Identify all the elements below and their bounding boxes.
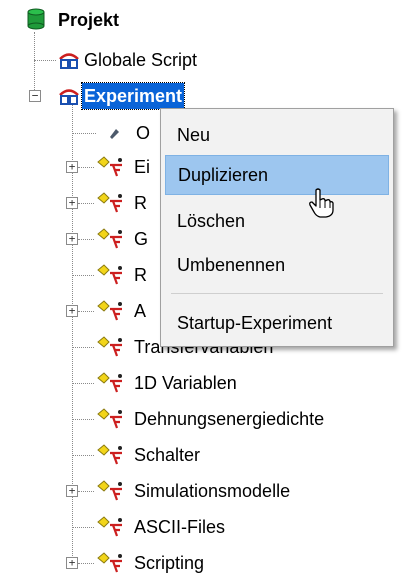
- menu-item-label: Löschen: [177, 210, 246, 231]
- tree-line: [34, 60, 56, 61]
- tree-line: [72, 455, 94, 456]
- tree-node-projekt[interactable]: Projekt: [20, 6, 121, 34]
- tree-line: [78, 203, 94, 204]
- menu-item-label: Duplizieren: [178, 164, 269, 185]
- tree-label-experiment: Experiment: [80, 82, 186, 110]
- expand-toggle[interactable]: +: [66, 197, 78, 209]
- variable-icon: [97, 336, 122, 357]
- variable-icon: [97, 480, 122, 501]
- variable-icon: [97, 228, 122, 249]
- tree-label-child: G: [134, 229, 149, 249]
- menu-item-loeschen[interactable]: Löschen: [165, 201, 389, 241]
- expand-toggle[interactable]: +: [66, 305, 78, 317]
- tree-label-item: ASCII-Files: [134, 517, 226, 537]
- pin-icon: [110, 129, 119, 139]
- tree-line: [72, 383, 94, 384]
- menu-item-label: Umbenennen: [177, 254, 286, 275]
- variable-icon: [97, 372, 122, 393]
- tree-label-child: O: [136, 123, 151, 143]
- tree-label-item: Simulationsmodelle: [134, 481, 291, 501]
- tree-line: [72, 275, 94, 276]
- tree-line: [72, 527, 94, 528]
- tree-label-child: R: [134, 193, 147, 213]
- menu-item-label: Neu: [177, 124, 211, 145]
- tree-label-projekt: Projekt: [58, 10, 120, 30]
- tree-line: [78, 491, 94, 492]
- variable-icon: [97, 516, 122, 537]
- tree-label-item: Schalter: [134, 445, 201, 465]
- tree-line: [72, 347, 94, 348]
- tree-node-child[interactable]: A: [96, 297, 148, 325]
- menu-item-neu[interactable]: Neu: [165, 115, 389, 155]
- tree-line: [72, 419, 94, 420]
- tree-line: [78, 239, 94, 240]
- tree-node-child[interactable]: Ei: [96, 153, 152, 181]
- tree-label-globale-script: Globale Script: [84, 50, 198, 70]
- variable-icon: [97, 552, 122, 573]
- tree-label-item: 1D Variablen: [134, 373, 237, 393]
- menu-separator: [171, 293, 383, 294]
- tree-node-dehnungsenergiedichte[interactable]: Dehnungsenergiedichte: [96, 405, 326, 433]
- tree-node-child[interactable]: R: [96, 261, 149, 289]
- expand-toggle[interactable]: +: [66, 161, 78, 173]
- menu-item-umbenennen[interactable]: Umbenennen: [165, 245, 389, 285]
- tree-line: [78, 311, 94, 312]
- menu-item-startup-experiment[interactable]: Startup-Experiment: [165, 303, 389, 343]
- variable-icon: [97, 264, 122, 285]
- tree-node-child[interactable]: R: [96, 189, 149, 217]
- tree-node-schalter[interactable]: Schalter: [96, 441, 202, 469]
- context-menu: Neu Duplizieren Löschen Umbenennen Start…: [160, 108, 394, 347]
- tree-node-scripting[interactable]: Scripting: [96, 549, 206, 577]
- database-icon: [27, 8, 45, 30]
- tree-node-experiment[interactable]: Experiment: [58, 82, 186, 110]
- variable-icon: [97, 444, 122, 465]
- experiment-icon: [59, 53, 79, 69]
- tree-label-item: Scripting: [134, 553, 205, 573]
- tree-line: [78, 167, 94, 168]
- variable-icon: [97, 300, 122, 321]
- tree-node-child[interactable]: O: [96, 119, 152, 147]
- tree-label-child: R: [134, 265, 147, 285]
- menu-item-duplizieren[interactable]: Duplizieren: [165, 155, 389, 195]
- menu-item-label: Startup-Experiment: [177, 312, 333, 333]
- expand-toggle[interactable]: +: [66, 557, 78, 569]
- tree-node-1d-variablen[interactable]: 1D Variablen: [96, 369, 239, 397]
- tree-label-item: Dehnungsenergiedichte: [134, 409, 325, 429]
- tree-node-globale-script[interactable]: Globale Script: [58, 46, 199, 74]
- variable-icon: [97, 192, 122, 213]
- expand-toggle[interactable]: +: [66, 233, 78, 245]
- hand-cursor-icon: [309, 188, 334, 218]
- tree-node-child[interactable]: G: [96, 225, 150, 253]
- variable-icon: [97, 408, 122, 429]
- tree-line: [78, 563, 94, 564]
- tree-label-child: A: [134, 301, 147, 321]
- expand-toggle[interactable]: +: [66, 485, 78, 497]
- tree-label-child: Ei: [134, 157, 151, 177]
- variable-icon: [97, 156, 122, 177]
- tree-node-simulationsmodelle[interactable]: Simulationsmodelle: [96, 477, 292, 505]
- tree-node-ascii-files[interactable]: ASCII-Files: [96, 513, 227, 541]
- collapse-toggle[interactable]: −: [29, 90, 41, 102]
- experiment-icon: [59, 89, 79, 105]
- tree-line: [72, 133, 96, 134]
